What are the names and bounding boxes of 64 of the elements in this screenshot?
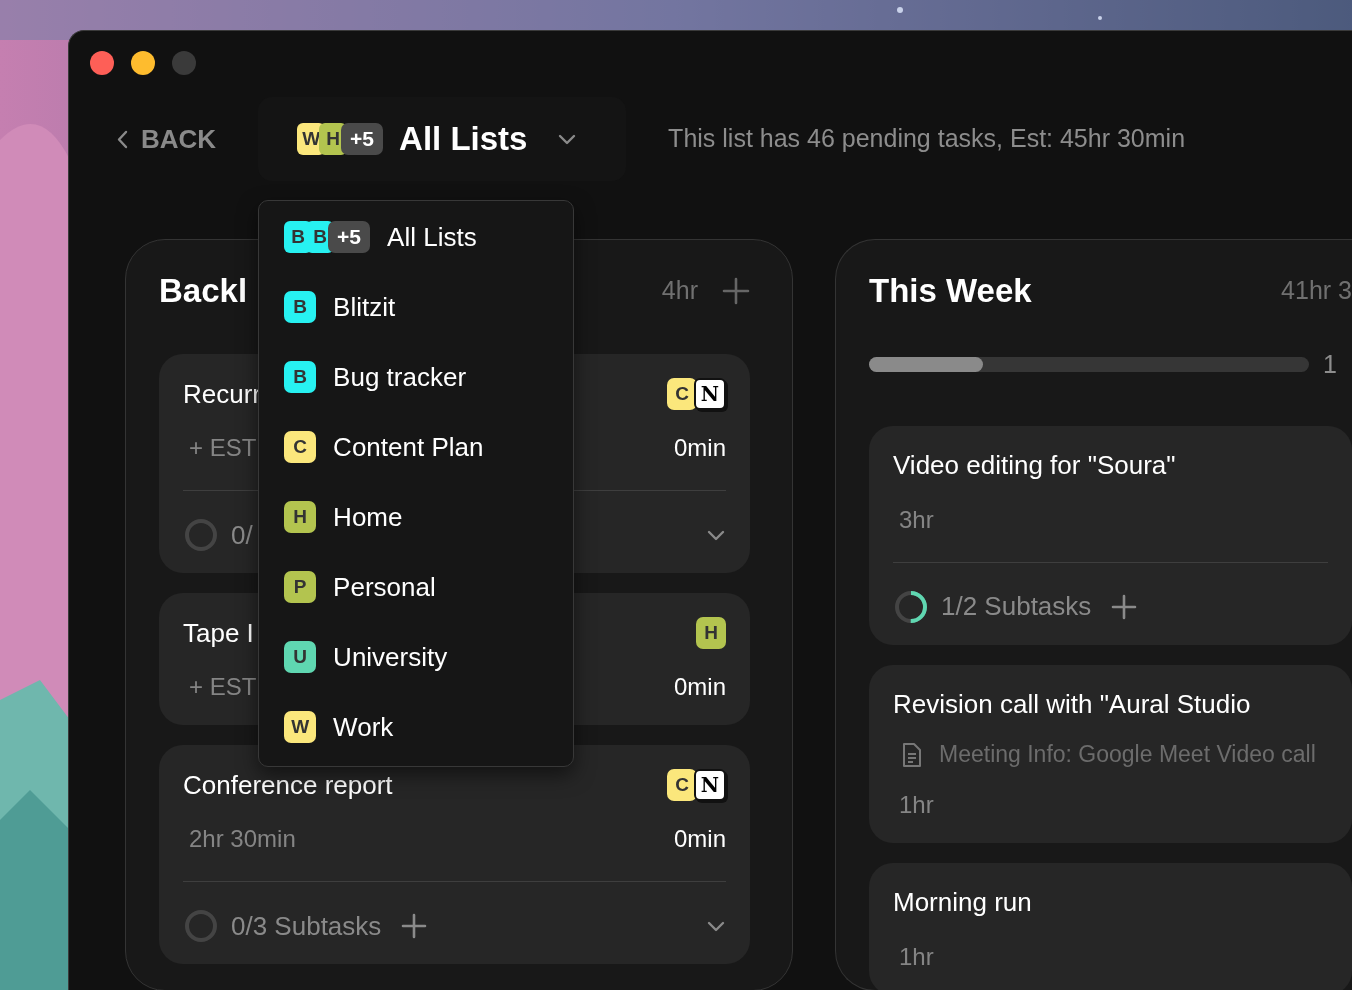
estimate-label: 2hr 30min <box>188 824 296 854</box>
estimate-label: + EST <box>188 433 257 463</box>
subtask-count: 0/ <box>231 518 253 552</box>
estimate-label: + EST <box>188 672 257 702</box>
document-icon <box>901 742 923 767</box>
task-title: Revision call with "Aural Studio <box>893 688 1251 721</box>
estimate-label: 1hr <box>898 941 934 972</box>
task-note: Meeting Info: Google Meet Video call <box>939 740 1316 770</box>
letter-badge: U <box>284 641 317 673</box>
column-total: 4hr <box>661 275 698 307</box>
task-title: Tape I <box>183 616 254 650</box>
column-total: 41hr 3 <box>1281 275 1352 307</box>
menu-item[interactable]: B Bug tracker <box>259 342 574 412</box>
letter-badge: P <box>284 571 317 603</box>
letter-badge: C <box>667 769 697 801</box>
column-title: Backl <box>159 271 248 312</box>
time-spent: 0min <box>673 433 726 463</box>
back-button[interactable]: BACK <box>117 119 217 159</box>
progress-reading: 1 <box>1323 349 1337 380</box>
task-card[interactable]: Conference report C N 2hr 30min 0min 0/3 Subtasks <box>159 745 750 964</box>
progress-ring <box>183 517 219 553</box>
menu-item[interactable]: P Personal <box>259 552 574 622</box>
task-title: Morning run <box>893 886 1032 919</box>
task-card[interactable]: Revision call with "Aural Studio Meeting Info: Google Meet Video call 1hr <box>869 664 1352 843</box>
plus-icon <box>401 913 428 939</box>
task-title: Conference report <box>183 768 393 802</box>
task-summary: This list has 46 pending tasks, Est: 45hr 30min <box>668 123 1186 155</box>
menu-item[interactable]: B B +5 All Lists <box>259 202 574 272</box>
letter-badge: H <box>284 501 317 533</box>
menu-item[interactable]: C Content Plan <box>259 412 574 482</box>
progress-ring <box>183 908 219 944</box>
close-button[interactable] <box>90 51 114 75</box>
letter-badge: H <box>696 617 726 649</box>
letter-badge: C <box>284 431 317 463</box>
add-task-button[interactable] <box>722 277 750 305</box>
task-title: Video editing for "Soura" <box>893 449 1176 482</box>
subtask-count: 1/2 Subtasks <box>941 590 1092 623</box>
task-title: Recurr <box>183 377 261 411</box>
letter-badge: W <box>284 711 317 743</box>
estimate-label: 3hr <box>898 504 934 535</box>
letter-badge: C <box>667 378 697 410</box>
menu-item[interactable]: B Blitzit <box>259 272 574 342</box>
minimize-button[interactable] <box>131 51 155 75</box>
menu-item[interactable]: U University <box>259 622 574 692</box>
count-badge: +5 <box>341 123 384 155</box>
progress-ring <box>893 588 929 625</box>
add-subtask-button[interactable] <box>401 913 428 939</box>
task-card[interactable]: Morning run 1hr <box>869 862 1352 990</box>
letter-badge: B <box>284 361 317 393</box>
menu-item[interactable]: H Home <box>259 482 574 552</box>
time-spent: 0min <box>673 672 726 702</box>
app-icon: N <box>694 378 726 410</box>
column-title: This Week <box>869 271 1032 312</box>
estimate-label: 1hr <box>898 789 934 820</box>
plus-icon <box>1111 593 1138 620</box>
count-badge: +5 <box>328 221 371 253</box>
time-spent: 0min <box>673 824 726 854</box>
app-icon: N <box>694 769 726 801</box>
plus-icon <box>722 277 750 305</box>
task-card[interactable]: Video editing for "Soura" 3hr 1/2 Subtasks <box>869 425 1352 645</box>
add-subtask-button[interactable] <box>1111 593 1138 620</box>
chevron-left-icon <box>117 129 129 149</box>
subtask-count: 0/3 Subtasks <box>231 909 382 943</box>
letter-badge: B <box>284 291 317 323</box>
